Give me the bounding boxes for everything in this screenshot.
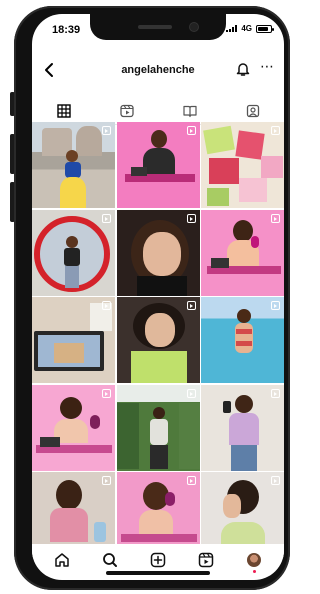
reel-badge-icon	[271, 301, 280, 310]
reel-badge-icon	[102, 126, 111, 135]
reel-badge-icon	[102, 388, 111, 398]
post-tile[interactable]	[116, 297, 200, 383]
more-options-icon[interactable]: ⋯	[260, 59, 274, 77]
tab-reels[interactable]	[95, 98, 158, 124]
posts-grid	[32, 122, 284, 558]
profile-header: angelahenche ⋯	[32, 58, 284, 86]
reel-badge-icon	[102, 476, 111, 485]
home-indicator	[106, 571, 210, 575]
post-tile[interactable]	[201, 384, 284, 471]
reel-badge-icon	[186, 388, 196, 398]
screen: 18:39 4G angelahenche ⋯	[32, 14, 284, 580]
notch	[90, 14, 226, 40]
reel-badge-icon	[271, 213, 280, 223]
create-post-icon	[150, 552, 166, 568]
home-icon	[55, 553, 69, 567]
status-time: 18:39	[52, 24, 81, 36]
nav-home[interactable]	[51, 549, 73, 571]
reels-nav-icon	[198, 552, 214, 568]
post-tile[interactable]	[32, 297, 115, 383]
front-camera	[190, 23, 198, 31]
avatar	[247, 553, 261, 567]
nav-create[interactable]	[147, 549, 169, 571]
post-tile[interactable]	[116, 122, 200, 208]
post-tile[interactable]	[32, 122, 115, 208]
post-tile[interactable]	[116, 209, 200, 296]
reel-badge-icon	[271, 126, 280, 135]
nav-search[interactable]	[99, 549, 121, 571]
bell-icon[interactable]	[236, 61, 250, 77]
reel-badge-icon	[186, 476, 196, 485]
reel-badge-icon	[102, 213, 111, 223]
status-indicators: 4G	[226, 24, 274, 33]
post-tile[interactable]	[116, 384, 200, 471]
grid-icon	[56, 104, 71, 118]
tab-guides[interactable]	[158, 98, 221, 124]
tab-tagged[interactable]	[221, 98, 284, 124]
post-tile[interactable]	[32, 384, 115, 471]
battery-icon	[256, 24, 274, 33]
post-tile[interactable]	[32, 209, 115, 296]
guides-icon	[182, 105, 197, 118]
post-tile[interactable]	[201, 122, 284, 208]
reels-icon	[119, 104, 134, 118]
reel-badge-icon	[186, 213, 196, 223]
reel-badge-icon	[271, 388, 280, 398]
reel-badge-icon	[186, 301, 196, 310]
reel-badge-icon	[271, 476, 280, 485]
post-tile[interactable]	[201, 297, 284, 383]
reel-badge-icon	[186, 126, 196, 135]
content-tabs	[32, 98, 284, 125]
tagged-icon	[246, 104, 259, 118]
tab-posts-grid[interactable]	[32, 98, 95, 125]
nav-profile[interactable]	[243, 549, 265, 573]
reel-badge-icon	[102, 301, 111, 310]
search-icon	[103, 553, 117, 567]
speaker	[138, 25, 172, 29]
network-label: 4G	[241, 24, 252, 33]
activity-dot	[252, 570, 256, 573]
signal-icon	[226, 25, 238, 32]
nav-reels[interactable]	[195, 549, 217, 571]
post-tile[interactable]	[201, 209, 284, 296]
